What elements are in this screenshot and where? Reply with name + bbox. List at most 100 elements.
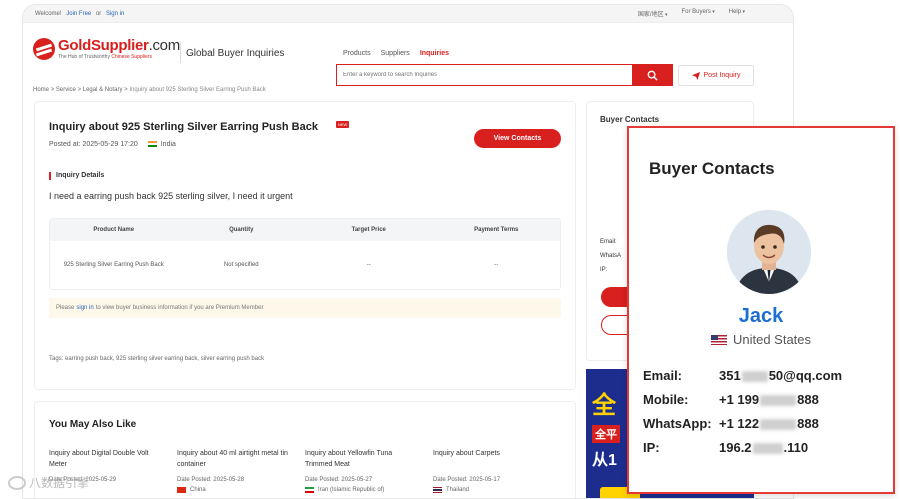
whatsapp-key: WhatsApp: [643, 416, 712, 431]
welcome-text: Welcome! [35, 10, 62, 17]
also-item-title: Inquiry about Digital Double Volt Meter [49, 450, 149, 468]
new-badge: NEW [336, 121, 350, 128]
post-inquiry-label: Post Inquiry [703, 72, 741, 79]
mobile-key: Mobile: [643, 392, 689, 407]
top-menu: 国家/地区 For Buyers Help [638, 9, 745, 18]
mobile-value: +1 199 888 [719, 392, 819, 407]
sign-in-link[interactable]: Sign in [106, 11, 124, 17]
mobile-row: Mobile: +1 199 888 [643, 392, 819, 407]
cell-quantity: Not specified [223, 261, 259, 268]
watermark-logo-icon [8, 475, 26, 490]
ip-key: IP: [643, 440, 660, 455]
also-item-title: Inquiry about Yellowfin Tuna Trimmed Mea… [305, 450, 393, 468]
also-item-date: Date Posted: 2025-05-17 [433, 477, 501, 483]
for-buyers-menu[interactable]: For Buyers [682, 9, 715, 18]
col-product-name: Product Name [93, 226, 135, 233]
site-logo[interactable]: GoldSupplier.com The Hub of Trustworthy … [33, 37, 180, 60]
watermark: 八数据引擎 [8, 474, 89, 491]
thailand-flag-icon [433, 487, 442, 493]
table-header: Product Name Quantity Target Price Payme… [50, 219, 560, 241]
also-item-date: Date Posted: 2025-05-28 [177, 477, 245, 483]
search-input[interactable] [337, 65, 632, 85]
email-row: Email: 351 50@qq.com [643, 368, 842, 383]
logo-name: GoldSupplier.com [58, 37, 180, 54]
breadcrumb-current: Inquiry about 925 Sterling Silver Earrin… [129, 87, 266, 93]
also-item-country: China [177, 487, 292, 493]
whatsapp-row: WhatsApp: +1 122 888 [643, 416, 819, 431]
col-payment-terms: Payment Terms [474, 226, 519, 233]
inquiry-text: I need a earring push back 925 sterling … [49, 191, 293, 201]
buyer-country: United States [629, 332, 893, 347]
welcome-links: Welcome! Join Free or Sign in [35, 11, 127, 17]
product-table: Product Name Quantity Target Price Payme… [49, 218, 561, 290]
search-icon [647, 70, 658, 81]
tab-products[interactable]: Products [343, 50, 371, 57]
table-row: 925 Sterling Silver Earring Push Back No… [50, 241, 560, 289]
also-item-title: Inquiry about 40 ml airtight metal tin c… [177, 450, 288, 468]
inquiry-details-heading: Inquiry Details [49, 172, 104, 180]
premium-notice: Please sign in to view buyer business in… [49, 298, 561, 318]
col-target-price: Target Price [351, 226, 386, 233]
buyer-contacts-title: Buyer Contacts [600, 115, 660, 124]
or-text: or [95, 10, 102, 17]
ad-line-3: 从1 [592, 452, 617, 469]
help-menu[interactable]: Help [729, 9, 745, 18]
ad-line-2: 全平 [592, 425, 620, 443]
header-divider [180, 43, 181, 63]
search-box [336, 64, 673, 86]
china-flag-icon [177, 487, 186, 493]
avatar-image [727, 210, 811, 294]
ip-value: 196.2.110 [719, 440, 809, 455]
ip-row: IP: 196.2.110 [643, 440, 808, 455]
join-free-link[interactable]: Join Free [66, 11, 91, 17]
buyer-name: Jack [738, 305, 784, 327]
inquiry-tags: Tags: earring push back, 925 sterling si… [49, 356, 265, 362]
page-header-title: Global Buyer Inquiries [186, 48, 285, 59]
whatsapp-value: +1 122 888 [719, 416, 819, 431]
zoom-title: Buyer Contacts [649, 159, 775, 178]
breadcrumb-service[interactable]: Service [56, 87, 76, 93]
search-tabs: Products Suppliers Inquiries [343, 50, 449, 57]
ad-line-1: 全 [592, 392, 616, 419]
logo-icon [33, 37, 55, 60]
inquiry-title: Inquiry about 925 Sterling Silver Earrin… [49, 121, 318, 133]
logo-tagline: The Hub of Trustworthy Chinese Suppliers [58, 54, 152, 60]
search-button[interactable] [632, 65, 672, 85]
buyer-contacts-zoom: Buyer Contacts Jack United States Email:… [627, 126, 895, 494]
watermark-text: 八数据引擎 [29, 476, 90, 490]
whatsapp-label: WhatsA [600, 253, 622, 259]
posted-time: Posted at: 2025-05-29 17:20 [49, 141, 138, 148]
col-quantity: Quantity [229, 226, 254, 233]
country-info: India [147, 141, 176, 148]
list-item[interactable]: Inquiry about Yellowfin Tuna Trimmed Mea… [305, 448, 420, 493]
list-item[interactable]: Inquiry about Carpets Date Posted: 2025-… [433, 448, 548, 493]
list-item[interactable]: Inquiry about 40 ml airtight metal tin c… [177, 448, 292, 493]
notice-sign-in-link[interactable]: sign in [76, 305, 93, 311]
tab-suppliers[interactable]: Suppliers [381, 50, 410, 57]
also-item-title: Inquiry about Carpets [433, 450, 500, 457]
cell-product-name: 925 Sterling Silver Earring Push Back [63, 261, 164, 268]
tab-inquiries[interactable]: Inquiries [420, 50, 449, 57]
breadcrumb-legal[interactable]: Legal & Notary [83, 87, 123, 93]
india-flag-icon [147, 141, 157, 148]
cell-payment-terms: -- [494, 261, 499, 268]
breadcrumb: Home > Service > Legal & Notary > Inquir… [33, 87, 266, 93]
post-inquiry-button[interactable]: Post Inquiry [678, 65, 754, 86]
send-icon [691, 71, 700, 80]
also-item-date: Date Posted: 2025-05-27 [305, 477, 373, 483]
email-key: Email: [643, 368, 683, 383]
iran-flag-icon [305, 487, 314, 493]
view-contacts-button[interactable]: View Contacts [474, 129, 561, 148]
breadcrumb-home[interactable]: Home [33, 87, 49, 93]
also-item-country: Iran (Islamic Republic of) [305, 487, 420, 493]
us-flag-icon [710, 334, 727, 345]
email-value: 351 50@qq.com [719, 368, 843, 383]
region-menu[interactable]: 国家/地区 [638, 9, 668, 18]
posted-info: Posted at: 2025-05-29 17:20 India [49, 141, 176, 148]
site-header: GoldSupplier.com The Hub of Trustworthy … [23, 23, 793, 86]
email-label: Email: [600, 239, 617, 245]
ip-label: IP: [600, 267, 608, 273]
avatar [727, 210, 811, 294]
also-like-section: You May Also Like Inquiry about Digital … [34, 401, 576, 498]
also-item-country: Thailand [433, 487, 548, 493]
